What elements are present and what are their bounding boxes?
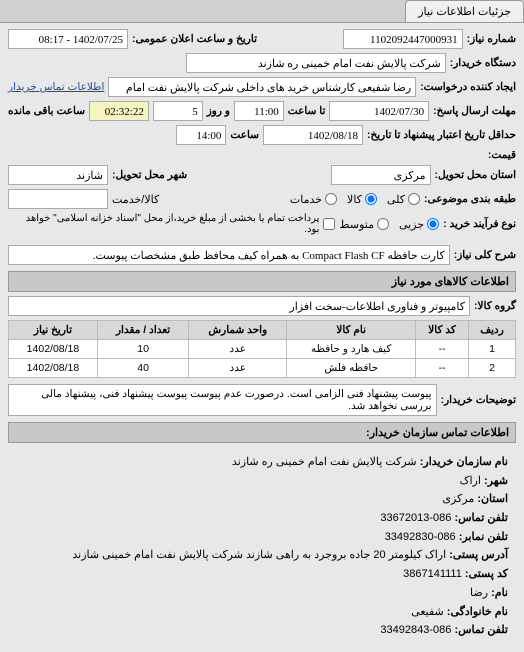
cell-unit: عدد — [189, 340, 287, 359]
contact-org: شرکت پالایش نفت امام خمینی ره شازند — [232, 456, 417, 468]
reply-days-field[interactable]: 5 — [153, 101, 203, 121]
delivery-time-field[interactable]: 14:00 — [176, 125, 226, 145]
price-label: قیمت: — [488, 149, 516, 161]
th-name: نام کالا — [287, 321, 416, 340]
cell-qty: 10 — [97, 340, 188, 359]
req-number-field: 1102092447000931 — [343, 29, 463, 49]
contact-fax-label: تلفن نمابر: — [459, 531, 508, 543]
cell-name: کیف هارد و حافظه — [287, 340, 416, 359]
reply-date-field[interactable]: 1402/07/30 — [329, 101, 429, 121]
reply-time-field[interactable]: 11:00 — [234, 101, 284, 121]
radio-jozei-label: جزیی — [399, 218, 424, 231]
contact-postal-address: اراک کیلومتر 20 جاده بروجرد به راهی شازن… — [72, 549, 446, 561]
delivery-saat-label: ساعت — [230, 129, 259, 141]
contact-org-label: نام سازمان خریدار: — [420, 456, 508, 468]
budget-label: طبقه بندی موضوعی: — [424, 193, 516, 205]
contact-block: نام سازمان خریدار: شرکت پالایش نفت امام … — [8, 447, 516, 646]
reply-saat-label: تا ساعت — [288, 105, 326, 117]
requester-field: رضا شفیعی کارشناس خرید های داخلی شرکت پا… — [108, 77, 416, 97]
radio-kala-label: کالا — [347, 193, 362, 206]
budget-radio-group: کلی کالا خدمات — [290, 193, 420, 206]
announce-date-label: تاریخ و ساعت اعلان عمومی: — [132, 33, 257, 45]
radio-motavasset[interactable] — [377, 218, 389, 230]
contact-postal-address-label: آدرس پستی: — [449, 549, 508, 561]
table-row: 1 -- کیف هارد و حافظه عدد 10 1402/08/18 — [9, 340, 516, 359]
remaining-field: 02:32:22 — [89, 101, 149, 121]
radio-khadamat[interactable] — [325, 193, 337, 205]
reply-deadline-label: مهلت ارسال پاسخ: — [433, 105, 516, 117]
contact-phone2: 086-33492843 — [380, 624, 451, 636]
need-title-label: شرح کلی نیاز: — [454, 249, 516, 261]
process-radio-group: جزیی متوسط — [339, 218, 439, 231]
buyer-notes-field: پیوست پیشنهاد فنی الزامی است. درصورت عدم… — [8, 384, 437, 416]
announce-date-field: 1402/07/25 - 08:17 — [8, 29, 128, 49]
cell-unit: عدد — [189, 359, 287, 378]
contact-province-label: استان: — [477, 493, 508, 505]
contact-name-label: نام: — [491, 587, 508, 599]
goods-section-header: اطلاعات کالاهای مورد نیاز — [8, 271, 516, 292]
radio-motavasset-label: متوسط — [339, 218, 374, 231]
kala-khedmat-field — [8, 189, 108, 209]
tab-details[interactable]: جزئیات اطلاعات نیاز — [405, 0, 524, 22]
buyer-notes-label: توضیحات خریدار: — [441, 394, 516, 406]
contact-fax: 086-33492830 — [385, 531, 456, 543]
radio-kala[interactable] — [365, 193, 377, 205]
cell-date: 1402/08/18 — [9, 359, 98, 378]
cell-qty: 40 — [97, 359, 188, 378]
th-row: ردیف — [469, 321, 516, 340]
province-label: استان محل تحویل: — [435, 169, 516, 181]
remaining-label: ساعت باقی مانده — [8, 105, 85, 117]
requester-label: ایجاد کننده درخواست: — [420, 81, 516, 93]
process-label: نوع فرآیند خرید : — [443, 218, 516, 230]
goods-group-field: کامپیوتر و فناوری اطلاعات-سخت افزار — [8, 296, 470, 316]
contact-city: اراک — [460, 475, 481, 487]
contact-phone-label: تلفن تماس: — [454, 512, 508, 524]
cell-row: 1 — [469, 340, 516, 359]
th-unit: واحد شمارش — [189, 321, 287, 340]
cell-name: حافظه فلش — [287, 359, 416, 378]
contact-phone2-label: تلفن تماس: — [454, 624, 508, 636]
th-code: کد کالا — [416, 321, 469, 340]
treasury-checkbox[interactable] — [323, 218, 335, 230]
goods-group-label: گروه کالا: — [474, 300, 516, 312]
delivery-date-label: حداقل تاریخ اعتبار پیشنهاد تا تاریخ: — [367, 129, 516, 141]
province-field: مرکزی — [331, 165, 431, 185]
radio-all[interactable] — [408, 193, 420, 205]
table-row: 2 -- حافظه فلش عدد 40 1402/08/18 — [9, 359, 516, 378]
th-qty: تعداد / مقدار — [97, 321, 188, 340]
goods-table: ردیف کد کالا نام کالا واحد شمارش تعداد /… — [8, 320, 516, 378]
radio-khadamat-label: خدمات — [290, 193, 322, 206]
req-number-label: شماره نیاز: — [467, 33, 516, 45]
reply-rooz-label: و روز — [207, 105, 230, 117]
contact-family: شفیعی — [411, 606, 444, 618]
contact-postal-code-label: کد پستی: — [465, 568, 508, 580]
cell-date: 1402/08/18 — [9, 340, 98, 359]
cell-code: -- — [416, 359, 469, 378]
kala-khedmat-label: کالا/خدمت — [112, 193, 159, 206]
radio-all-label: کلی — [387, 193, 405, 206]
contact-family-label: نام خانوادگی: — [447, 606, 508, 618]
contact-postal-code: 3867141111 — [403, 568, 462, 580]
radio-jozei[interactable] — [427, 218, 439, 230]
city-label: شهر محل تحویل: — [112, 169, 187, 181]
contact-section-header: اطلاعات تماس سازمان خریدار: — [8, 422, 516, 443]
th-date: تاریخ نیاز — [9, 321, 98, 340]
contact-phone: 086-33672013 — [380, 512, 451, 524]
cell-row: 2 — [469, 359, 516, 378]
process-text: پرداخت تمام یا بخشی از مبلغ خرید،از محل … — [8, 213, 319, 235]
contact-city-label: شهر: — [484, 475, 508, 487]
buyer-org-field: شرکت پالایش نفت امام خمینی ره شازند — [186, 53, 446, 73]
delivery-date-field[interactable]: 1402/08/18 — [263, 125, 363, 145]
cell-code: -- — [416, 340, 469, 359]
buyer-contact-link[interactable]: اطلاعات تماس خریدار — [8, 81, 104, 93]
buyer-org-label: دستگاه خریدار: — [450, 57, 516, 69]
city-field: شازند — [8, 165, 108, 185]
contact-name: رضا — [470, 587, 488, 599]
tab-bar: جزئیات اطلاعات نیاز — [0, 0, 524, 23]
need-title-field: کارت حافظه Compact Flash CF به همراه کیف… — [8, 245, 450, 265]
form-area: شماره نیاز: 1102092447000931 تاریخ و ساع… — [0, 23, 524, 652]
contact-province: مرکزی — [442, 493, 474, 505]
